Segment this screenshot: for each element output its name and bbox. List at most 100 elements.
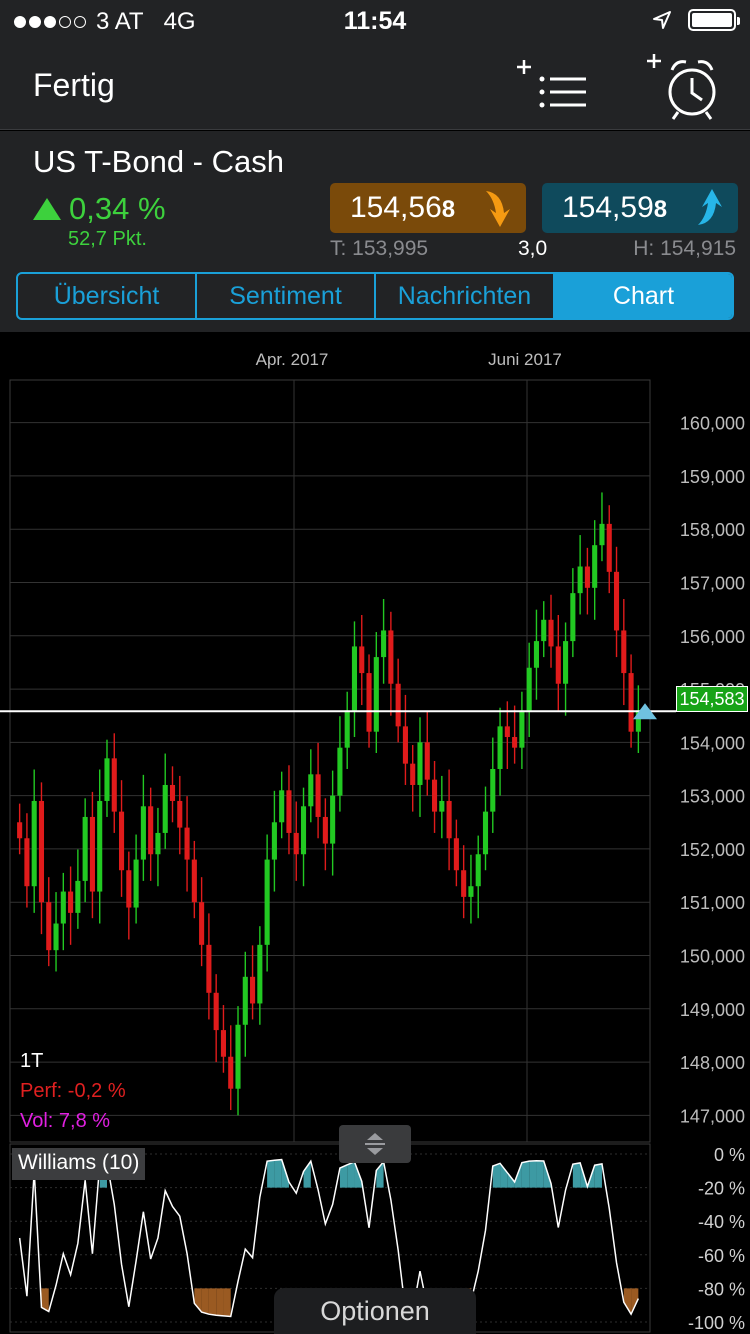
candle-body	[170, 785, 175, 801]
chart-area[interactable]: Apr. 2017Juni 2017 160,000159,000158,000…	[0, 332, 750, 1334]
candle-body	[498, 726, 503, 769]
y-tick-label: 149,000	[680, 1000, 745, 1020]
overbought-zone	[522, 1161, 529, 1187]
candle-body	[250, 977, 255, 1004]
instrument-header: US T-Bond - Cash 0,34 % 52,7 Pkt. 154,56…	[0, 131, 750, 332]
ask-price: 154,59	[562, 191, 654, 225]
current-price-label: 154,583	[676, 686, 748, 712]
indicator-label[interactable]: Williams (10)	[12, 1148, 145, 1180]
timeframe-label[interactable]: 1T	[20, 1050, 43, 1073]
candle-body	[468, 886, 473, 897]
candle-body	[621, 630, 626, 673]
price-chart[interactable]: Apr. 2017Juni 2017 160,000159,000158,000…	[0, 332, 750, 1334]
y-tick-label: 148,000	[680, 1053, 745, 1073]
candle-body	[279, 790, 284, 822]
candle-body	[476, 854, 481, 886]
y-axis-labels: 160,000159,000158,000157,000156,000155,0…	[680, 414, 745, 1127]
battery-icon	[688, 9, 736, 31]
candle-body	[388, 630, 393, 683]
oversold-zone	[209, 1288, 216, 1315]
candle-body	[53, 924, 58, 951]
location-arrow-icon	[652, 10, 672, 30]
candle-body	[585, 567, 590, 588]
candle-body	[221, 1030, 226, 1057]
candle-body	[599, 524, 604, 545]
candle-body	[163, 785, 168, 833]
candle-body	[614, 572, 619, 631]
tab-overview[interactable]: Übersicht	[18, 274, 197, 318]
candle-body	[578, 567, 583, 594]
candle-body	[134, 860, 139, 908]
candle-body	[556, 646, 561, 683]
oversold-zone	[216, 1288, 223, 1315]
sell-button[interactable]: 154,568	[330, 183, 526, 233]
candle-body	[570, 593, 575, 641]
options-button[interactable]: Optionen	[274, 1288, 476, 1334]
candlestick-series	[17, 492, 641, 1115]
candle-body	[257, 945, 262, 1004]
candle-body	[126, 870, 131, 907]
change-percent-value: 0,34 %	[69, 191, 166, 227]
overbought-zone	[573, 1163, 580, 1188]
y-tick-label: 152,000	[680, 840, 745, 860]
tab-chart[interactable]: Chart	[555, 274, 732, 318]
candle-body	[68, 892, 73, 913]
add-alarm-icon[interactable]	[644, 52, 724, 126]
tab-news[interactable]: Nachrichten	[376, 274, 555, 318]
candle-body	[337, 748, 342, 796]
pane-resize-handle[interactable]	[339, 1125, 411, 1163]
candle-body	[272, 822, 277, 859]
indicator-tick-label: -80 %	[698, 1279, 745, 1299]
y-tick-label: 151,000	[680, 893, 745, 913]
candle-body	[490, 769, 495, 812]
candle-body	[119, 812, 124, 871]
indicator-tick-label: -40 %	[698, 1212, 745, 1232]
add-watchlist-icon[interactable]	[512, 52, 592, 122]
candle-body	[359, 646, 364, 673]
buy-button[interactable]: 154,598	[542, 183, 738, 233]
volatility-label: Vol: 7,8 %	[20, 1110, 110, 1133]
candle-body	[301, 806, 306, 854]
performance-label: Perf: -0,2 %	[20, 1080, 126, 1103]
candle-body	[316, 774, 321, 817]
tab-sentiment[interactable]: Sentiment	[197, 274, 376, 318]
y-tick-label: 147,000	[680, 1106, 745, 1126]
candle-body	[308, 774, 313, 806]
candle-body	[439, 801, 444, 812]
resize-handle-icon	[339, 1125, 411, 1163]
candle-body	[75, 881, 80, 913]
day-low: T: 153,995	[330, 237, 428, 261]
candle-body	[512, 737, 517, 748]
candle-body	[425, 742, 430, 779]
candle-body	[185, 828, 190, 860]
change-percent: 0,34 %	[33, 191, 166, 227]
overbought-zone	[529, 1161, 536, 1188]
y-tick-label: 150,000	[680, 946, 745, 966]
bid-price: 154,56	[350, 191, 442, 225]
candle-body	[243, 977, 248, 1025]
candle-body	[39, 801, 44, 902]
overbought-zone	[595, 1164, 602, 1188]
overbought-zone	[347, 1162, 354, 1188]
candle-body	[483, 812, 488, 855]
candle-body	[352, 646, 357, 710]
overbought-zone	[536, 1161, 543, 1188]
y-tick-label: 157,000	[680, 573, 745, 593]
x-tick-label: Juni 2017	[488, 350, 562, 369]
candle-body	[432, 780, 437, 812]
candle-body	[286, 790, 291, 833]
candle-body	[534, 641, 539, 668]
overbought-zone	[267, 1160, 274, 1187]
y-tick-label: 154,000	[680, 733, 745, 753]
status-bar: 3 AT 4G 11:54	[0, 0, 750, 40]
oversold-zone	[202, 1288, 209, 1314]
candle-body	[563, 641, 568, 684]
candle-body	[32, 801, 37, 886]
candle-body	[403, 726, 408, 763]
candle-body	[177, 801, 182, 828]
done-button[interactable]: Fertig	[33, 67, 115, 104]
candle-body	[97, 801, 102, 892]
candle-body	[629, 673, 634, 732]
candle-body	[527, 668, 532, 711]
candle-body	[112, 758, 117, 811]
